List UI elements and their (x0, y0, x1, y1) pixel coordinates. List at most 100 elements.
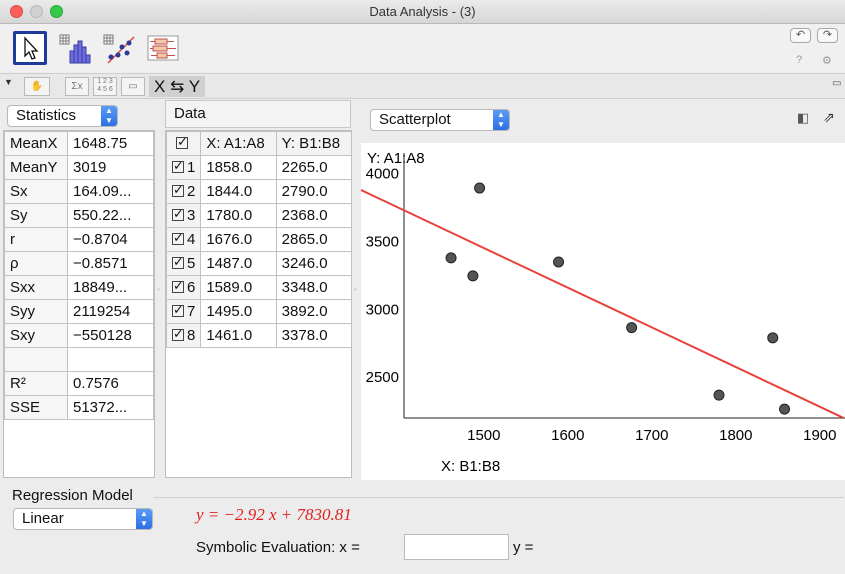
help-icon[interactable]: ? (796, 54, 802, 66)
split-panel-icon: ▭ (128, 81, 138, 92)
scatterplot-area: Y: A1:A8 X: B1:B8 2500 3000 3500 4000 1500 1600… (361, 143, 845, 480)
regression-title: Regression Model (10, 487, 135, 504)
symbolic-x-input[interactable] (404, 534, 509, 560)
statistic-label: MeanY (4, 155, 68, 180)
data-toggle-button[interactable]: 1 2 34 5 6 (93, 77, 117, 96)
scatterplot-tool-button[interactable] (102, 31, 136, 65)
y-tick-label: 3000 (366, 301, 399, 318)
data-row: 71495.03892.0 (165, 299, 353, 324)
row-checkbox[interactable]: 4 (165, 227, 202, 252)
statistics-dropdown-value: Statistics (16, 107, 77, 124)
cell-x: 1780.0 (200, 203, 277, 228)
statistic-value: 18849... (67, 275, 154, 300)
x-tick-label: 1500 (467, 427, 500, 444)
collapse-toolbar-icon[interactable]: ▼ (4, 77, 13, 87)
statistics-dropdown[interactable]: Statistics ▲ ▼ (7, 105, 118, 127)
statistics-row: Syy 2119254 (4, 299, 154, 324)
second-plot-toggle-button[interactable]: ▭ (121, 77, 145, 96)
row-number: 7 (187, 303, 196, 320)
x-tick-label: 1700 (635, 427, 668, 444)
restore-icon[interactable]: ▭ (832, 78, 841, 89)
data-row: 51487.03246.0 (165, 251, 353, 276)
statistics-row: Sxy −550128 (4, 323, 154, 348)
redo-button[interactable]: ↷ (817, 28, 838, 43)
x-tick-label: 1600 (551, 427, 584, 444)
statistics-row: Sxx 18849... (4, 275, 154, 300)
plot-options-icon[interactable]: ◧ (797, 110, 809, 126)
statistic-label: ρ (4, 251, 68, 276)
row-checkbox[interactable]: 5 (165, 251, 202, 276)
move-tool-button[interactable] (13, 31, 47, 65)
row-checkbox[interactable]: 1 (165, 155, 202, 180)
cell-x: 1461.0 (200, 323, 277, 348)
data-point (767, 332, 779, 344)
statistics-row: ρ −0.8571 (4, 251, 154, 276)
regression-model-value: Linear (22, 510, 64, 527)
statistic-value: 550.22... (67, 203, 154, 228)
plot-type-dropdown[interactable]: Scatterplot ▲ ▼ (370, 109, 510, 131)
select-all-checkbox[interactable] (165, 131, 202, 156)
row-checkbox[interactable]: 6 (165, 275, 202, 300)
row-checkbox[interactable]: 8 (165, 323, 202, 348)
boxplot-tool-button[interactable] (146, 31, 180, 65)
export-icon[interactable]: ⇗ (823, 109, 835, 126)
sigma-icon: Σx (71, 81, 83, 92)
y-tick-label: 2500 (366, 369, 399, 386)
title-bar: Data Analysis - (3) (0, 0, 845, 24)
statistics-row: R² 0.7576 (4, 371, 154, 396)
statistics-row: SSE 51372... (4, 395, 154, 420)
splitter-handle-icon[interactable]: ◦ (157, 285, 160, 294)
row-checkbox[interactable]: 7 (165, 299, 202, 324)
statistics-toggle-button[interactable]: Σx (65, 77, 89, 96)
row-number: 1 (187, 159, 196, 176)
statistic-label: R² (4, 371, 68, 396)
data-row: 61589.03348.0 (165, 275, 353, 300)
statistic-label: Sy (4, 203, 68, 228)
data-row: 11858.02265.0 (165, 155, 353, 180)
redo-icon: ↷ (822, 29, 833, 41)
statistic-value: −0.8571 (67, 251, 154, 276)
histogram-tool-button[interactable] (58, 31, 92, 65)
regression-model-dropdown[interactable]: Linear ▲ ▼ (13, 508, 153, 530)
drag-hand-button[interactable]: ✋ (24, 77, 50, 96)
chevron-updown-icon: ▲ ▼ (101, 106, 117, 126)
data-row: 21844.02790.0 (165, 179, 353, 204)
gear-icon[interactable]: ⚙ (822, 54, 832, 67)
x-tick-label: 1900 (803, 427, 836, 444)
statistics-row: r −0.8704 (4, 227, 154, 252)
undo-button[interactable]: ↶ (790, 28, 811, 43)
column-header-y: Y: B1:B8 (275, 131, 353, 156)
regression-divider (154, 497, 844, 498)
data-header-row: X: A1:A8 Y: B1:B8 (165, 131, 353, 156)
histogram-icon (59, 34, 91, 64)
data-point (713, 389, 725, 401)
row-number: 2 (187, 183, 196, 200)
statistics-row: MeanX 1648.75 (4, 131, 154, 156)
statistic-label: Sxx (4, 275, 68, 300)
cell-y: 3892.0 (275, 299, 353, 324)
plot-type-value: Scatterplot (379, 111, 451, 128)
row-checkbox[interactable]: 2 (165, 179, 202, 204)
statistic-label: Syy (4, 299, 68, 324)
data-point (467, 270, 479, 282)
data-point (553, 256, 565, 268)
statistic-value: 164.09... (67, 179, 154, 204)
data-panel: Data X: A1:A8 Y: B1:B8 11858.02265.02184… (165, 100, 353, 480)
cell-x: 1589.0 (200, 275, 277, 300)
regression-section: Regression Model Linear ▲ ▼ y = −2.92 x +… (4, 487, 845, 571)
cell-x: 1844.0 (200, 179, 277, 204)
row-checkbox[interactable]: 3 (165, 203, 202, 228)
regression-equation: y = −2.92 x + 7830.81 (196, 505, 352, 524)
statistic-value: 3019 (67, 155, 154, 180)
symbolic-evaluation-label: Symbolic Evaluation: x = (196, 539, 360, 556)
plot-panel: Scatterplot ▲ ▼ ◧ ⇗ Y: A1:A8 X: B1:B8 2500 3… (361, 100, 845, 480)
undo-icon: ↶ (795, 29, 806, 41)
splitter-handle-icon[interactable]: ◦ (354, 285, 357, 294)
statistics-row: MeanY 3019 (4, 155, 154, 180)
cell-x: 1487.0 (200, 251, 277, 276)
row-number: 5 (187, 255, 196, 272)
swap-xy-button[interactable]: X ⇆ Y (149, 76, 205, 97)
chevron-updown-icon: ▲ ▼ (493, 110, 509, 130)
chevron-updown-icon: ▲ ▼ (136, 509, 152, 529)
y-tick-label: 4000 (366, 165, 399, 182)
